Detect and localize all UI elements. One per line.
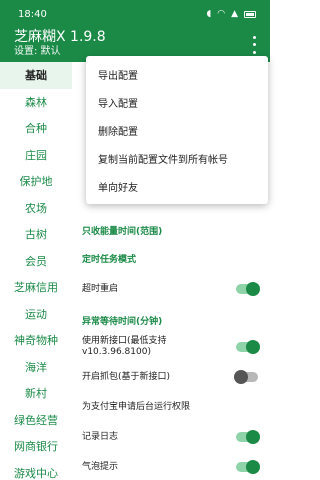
sidebar-item-game[interactable]: 游戏中心 xyxy=(0,460,72,480)
bubble-tip-toggle[interactable] xyxy=(236,460,260,474)
config-subtitle: 设置: 默认 xyxy=(14,46,61,57)
more-vertical-icon[interactable] xyxy=(246,34,262,56)
section-abnormal-wait[interactable]: 异常等待时间(分钟) xyxy=(82,314,162,327)
wifi-icon: ◠ xyxy=(217,9,226,19)
sidebar-item-sesame-credit[interactable]: 芝麻信用 xyxy=(0,274,72,301)
sidebar-item-village[interactable]: 新村 xyxy=(0,380,72,407)
status-time: 18:40 xyxy=(18,8,47,20)
new-interface-label: 使用新接口(最低支持v10.3.96.8100) xyxy=(82,336,167,357)
menu-import-config[interactable]: 导入配置 xyxy=(86,88,268,116)
sidebar-item-basic[interactable]: 基础 xyxy=(0,62,72,89)
sidebar-item-species[interactable]: 神奇物种 xyxy=(0,327,72,354)
sidebar-item-ocean[interactable]: 海洋 xyxy=(0,354,72,381)
menu-one-way-friends[interactable]: 单向好友 xyxy=(86,172,268,200)
menu-export-config[interactable]: 导出配置 xyxy=(86,60,268,88)
setting-alipay-background[interactable]: 为支付宝申请后台运行权限 xyxy=(82,402,262,413)
sidebar-item-green[interactable]: 绿色经营 xyxy=(0,407,72,434)
sidebar-item-member[interactable]: 会员 xyxy=(0,248,72,275)
setting-new-interface[interactable]: 使用新接口(最低支持v10.3.96.8100) xyxy=(82,336,262,358)
signal-icon: ▲ xyxy=(231,9,238,19)
overflow-menu: 导出配置 导入配置 删除配置 复制当前配置文件到所有帐号 单向好友 xyxy=(86,56,268,204)
app-title: 芝麻糊X 1.9.8 xyxy=(14,29,106,45)
setting-timeout-restart[interactable]: 超时重启 xyxy=(82,284,262,295)
record-log-label: 记录日志 xyxy=(82,432,119,442)
sidebar-item-ancient-tree[interactable]: 古树 xyxy=(0,221,72,248)
sidebar-item-forest[interactable]: 森林 xyxy=(0,89,72,116)
sidebar-item-cooperate[interactable]: 合种 xyxy=(0,115,72,142)
bubble-tip-label: 气泡提示 xyxy=(82,462,119,472)
battery-icon xyxy=(244,10,256,18)
setting-bubble-tip[interactable]: 气泡提示 xyxy=(82,462,262,473)
alipay-background-label: 为支付宝申请后台运行权限 xyxy=(82,402,191,412)
packet-capture-label: 开启抓包(基于新接口) xyxy=(82,372,171,382)
category-sidebar: 基础 森林 合种 庄园 保护地 农场 古树 会员 芝麻信用 运动 神奇物种 海洋… xyxy=(0,62,72,480)
menu-copy-config-all[interactable]: 复制当前配置文件到所有帐号 xyxy=(86,144,268,172)
setting-record-log[interactable]: 记录日志 xyxy=(82,432,262,443)
status-bar: 18:40 ◖ ◠ ▲ xyxy=(0,0,270,28)
sidebar-item-farm[interactable]: 农场 xyxy=(0,195,72,222)
sidebar-item-bank[interactable]: 网商银行 xyxy=(0,433,72,460)
section-only-collect[interactable]: 只收能量时间(范围) xyxy=(82,224,162,237)
timeout-restart-toggle[interactable] xyxy=(236,282,260,296)
packet-capture-toggle[interactable] xyxy=(234,370,258,384)
sidebar-item-manor[interactable]: 庄园 xyxy=(0,142,72,169)
menu-delete-config[interactable]: 删除配置 xyxy=(86,116,268,144)
status-icons: ◖ ◠ ▲ xyxy=(206,9,256,19)
headset-icon: ◖ xyxy=(206,9,212,19)
sidebar-item-reserve[interactable]: 保护地 xyxy=(0,168,72,195)
record-log-toggle[interactable] xyxy=(236,430,260,444)
sidebar-item-sport[interactable]: 运动 xyxy=(0,301,72,328)
new-interface-toggle[interactable] xyxy=(236,340,260,354)
section-timed-mode[interactable]: 定时任务模式 xyxy=(82,252,136,265)
timeout-restart-label: 超时重启 xyxy=(82,284,119,294)
